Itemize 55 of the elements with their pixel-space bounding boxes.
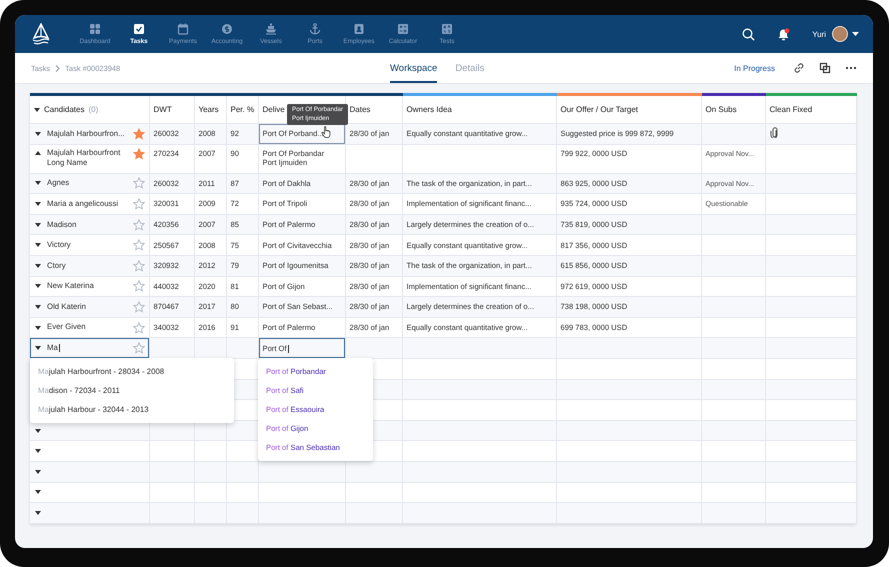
anchor-icon: [309, 23, 321, 35]
caret-down-icon[interactable]: [35, 132, 41, 136]
tab[interactable]: Workspace: [390, 53, 438, 83]
avatar[interactable]: [832, 26, 848, 42]
caret-down-icon[interactable]: [35, 284, 41, 288]
chevron-right-icon: [55, 64, 60, 72]
star-icon[interactable]: [132, 128, 144, 140]
caret-down-icon[interactable]: [35, 470, 41, 474]
search-icon[interactable]: [742, 28, 756, 40]
paperclip-icon[interactable]: [770, 127, 778, 138]
tests-icon: [441, 23, 453, 35]
text-caret-icon: [288, 344, 289, 353]
caret-down-icon[interactable]: [35, 449, 41, 454]
caret-down-icon[interactable]: [35, 202, 41, 206]
status-link[interactable]: In Progress: [734, 64, 775, 72]
star-icon[interactable]: [132, 218, 144, 231]
more-icon[interactable]: [845, 66, 857, 70]
grid-icon: [89, 23, 101, 35]
calculator-icon: [397, 23, 409, 35]
calendar-icon: [177, 23, 189, 35]
ship-icon: [265, 23, 277, 35]
coin-icon: [221, 23, 233, 35]
star-icon[interactable]: [132, 177, 144, 190]
user-name[interactable]: Yuri: [812, 30, 826, 38]
caret-down-icon[interactable]: [35, 222, 41, 227]
checkbox-icon: [133, 23, 145, 35]
link-icon[interactable]: [793, 62, 805, 74]
star-icon[interactable]: [132, 148, 144, 160]
ship-logo-icon: [31, 23, 51, 45]
caret-down-icon[interactable]: [34, 108, 40, 112]
star-icon[interactable]: [132, 300, 144, 313]
id-badge-icon: [353, 23, 365, 35]
text-caret-icon: [58, 344, 60, 352]
star-icon[interactable]: [132, 260, 144, 272]
bell-icon[interactable]: [777, 28, 790, 40]
star-icon[interactable]: [132, 198, 144, 210]
caret-up-icon[interactable]: [35, 151, 41, 156]
star-icon[interactable]: [132, 322, 144, 334]
column-label: Candidates: [44, 105, 84, 114]
star-icon[interactable]: [132, 239, 144, 252]
caret-down-icon[interactable]: [35, 264, 41, 268]
star-icon[interactable]: [132, 342, 144, 354]
caret-down-icon[interactable]: [852, 32, 859, 36]
caret-down-icon[interactable]: [35, 181, 41, 186]
copy-icon[interactable]: [819, 62, 831, 74]
caret-down-icon[interactable]: [35, 243, 41, 248]
star-icon[interactable]: [132, 280, 144, 292]
caret-down-icon[interactable]: [35, 490, 41, 494]
caret-down-icon[interactable]: [35, 510, 41, 515]
caret-down-icon[interactable]: [35, 304, 41, 309]
caret-down-icon[interactable]: [35, 428, 41, 433]
caret-down-icon[interactable]: [35, 346, 41, 350]
hand-cursor-icon: [321, 126, 331, 138]
caret-down-icon[interactable]: [35, 326, 41, 330]
candidate-count: (0): [88, 105, 98, 114]
